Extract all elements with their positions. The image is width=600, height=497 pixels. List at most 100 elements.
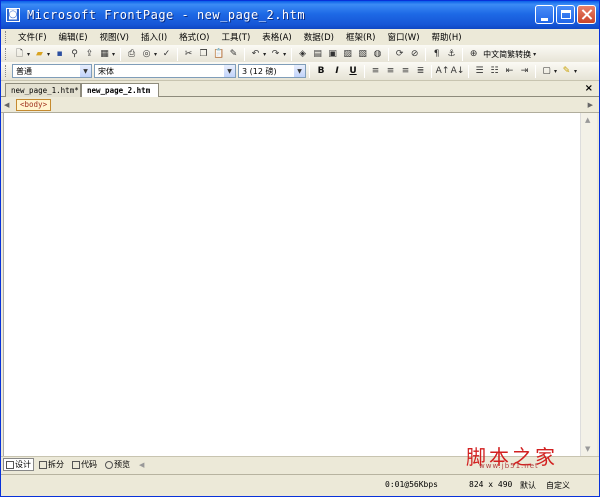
maximize-button[interactable] xyxy=(556,5,575,24)
body-tag-selector[interactable]: <body> xyxy=(16,98,52,111)
menu-table[interactable]: 表格(A) xyxy=(256,31,297,43)
highlight-icon[interactable]: ✎ xyxy=(560,65,573,78)
scroll-up-icon[interactable]: ▲ xyxy=(585,116,590,124)
chevron-down-icon[interactable]: ▼ xyxy=(294,65,305,77)
scroll-down-icon[interactable]: ▼ xyxy=(585,445,590,453)
frontpage-window: ◙ Microsoft FrontPage - new_page_2.htm 文… xyxy=(0,0,600,497)
web-component-icon[interactable]: ◈ xyxy=(296,48,309,61)
menu-file[interactable]: 文件(F) xyxy=(12,31,53,43)
view-tab-design[interactable]: 设计 xyxy=(3,458,34,471)
copy-icon[interactable]: ❐ xyxy=(197,48,210,61)
font-value: 宋体 xyxy=(98,66,114,76)
chevron-right-icon[interactable]: ▶ xyxy=(588,101,593,109)
menu-data[interactable]: 数据(D) xyxy=(298,31,340,43)
decrease-font-icon[interactable]: A↓ xyxy=(451,65,465,78)
show-all-icon[interactable]: ¶ xyxy=(430,48,443,61)
formatting-toolbar: 普通 ▼ 宋体 ▼ 3 (12 磅) ▼ B I U ≡ ≡ ≡ ≣ A↑ A↓ ☰ … xyxy=(1,62,599,81)
menu-format[interactable]: 格式(O) xyxy=(173,31,215,43)
paste-icon[interactable]: 📋 xyxy=(212,48,225,61)
search-icon[interactable]: ⚲ xyxy=(68,48,81,61)
spelling-icon[interactable]: ✓ xyxy=(160,48,173,61)
menu-frames[interactable]: 框架(R) xyxy=(340,31,382,43)
close-button[interactable] xyxy=(577,5,596,24)
style-combo[interactable]: 普通 ▼ xyxy=(12,64,92,78)
vertical-scrollbar[interactable]: ▲ ▼ xyxy=(580,113,597,456)
maximize-icon xyxy=(561,10,571,19)
help-icon[interactable]: ⊕ xyxy=(467,48,480,61)
chevron-down-icon[interactable]: ▼ xyxy=(80,65,91,77)
download-time: 0:01@56Kbps xyxy=(385,480,438,489)
insert-picture-icon[interactable]: ▨ xyxy=(341,48,354,61)
view-tab-code[interactable]: 代码 xyxy=(69,458,100,471)
split-view-icon xyxy=(39,460,47,469)
insert-table-icon[interactable]: ▤ xyxy=(311,48,324,61)
menu-insert[interactable]: 插入(I) xyxy=(135,31,173,43)
insert-layer-icon[interactable]: ▣ xyxy=(326,48,339,61)
italic-button[interactable]: I xyxy=(330,65,344,78)
chinese-conversion-button[interactable]: 中文简繁转换 xyxy=(483,49,531,60)
save-icon[interactable]: ▪ xyxy=(53,48,66,61)
default-mode: 默认 xyxy=(520,481,536,490)
increase-indent-icon[interactable]: ⇥ xyxy=(518,65,531,78)
site-watermark-url: www.jb51.net xyxy=(479,462,539,470)
menu-bar: 文件(F) 编辑(E) 视图(V) 插入(I) 格式(O) 工具(T) 表格(A… xyxy=(1,29,599,45)
align-left-icon[interactable]: ≡ xyxy=(369,65,382,78)
print-icon[interactable]: ⎙ xyxy=(125,48,138,61)
menu-tools[interactable]: 工具(T) xyxy=(215,31,256,43)
bold-button[interactable]: B xyxy=(314,65,328,78)
toolbar-grip[interactable] xyxy=(5,31,8,43)
preview-browser-icon[interactable]: ◎ xyxy=(140,48,153,61)
view-tab-preview[interactable]: 预览 xyxy=(102,458,133,471)
tab-label: new_page_2.htm xyxy=(87,86,151,95)
bullet-list-icon[interactable]: ☷ xyxy=(488,65,501,78)
view-tab-split[interactable]: 拆分 xyxy=(36,458,67,471)
code-view-icon xyxy=(72,460,80,469)
refresh-icon[interactable]: ⟳ xyxy=(393,48,406,61)
chevron-down-icon[interactable]: ▼ xyxy=(224,65,235,77)
menu-view[interactable]: 视图(V) xyxy=(94,31,135,43)
numbered-list-icon[interactable]: ☰ xyxy=(473,65,486,78)
increase-font-icon[interactable]: A↑ xyxy=(436,65,450,78)
chevron-left-icon[interactable]: ◀ xyxy=(4,101,12,109)
quick-tag-bar: ◀ <body> ▶ xyxy=(1,97,599,113)
font-combo[interactable]: 宋体 ▼ xyxy=(94,64,236,78)
tab-new-page-1[interactable]: new_page_1.htm* xyxy=(5,83,81,97)
minimize-button[interactable] xyxy=(535,5,554,24)
drawing-icon[interactable]: ▧ xyxy=(356,48,369,61)
decrease-indent-icon[interactable]: ⇤ xyxy=(503,65,516,78)
toggle-pane-icon[interactable]: ▦ xyxy=(98,48,111,61)
toolbar-grip[interactable] xyxy=(5,65,8,77)
frontpage-app-icon[interactable]: ◙ xyxy=(6,8,20,22)
borders-icon[interactable]: ▢ xyxy=(540,65,553,78)
cut-icon[interactable]: ✂ xyxy=(182,48,195,61)
undo-icon[interactable]: ↶ xyxy=(249,48,262,61)
tab-new-page-2[interactable]: new_page_2.htm xyxy=(81,83,159,98)
scroll-left-icon[interactable]: ◀ xyxy=(139,461,144,469)
font-size-value: 3 (12 磅) xyxy=(242,66,277,76)
justify-icon[interactable]: ≣ xyxy=(414,65,427,78)
design-editor[interactable] xyxy=(3,113,580,456)
design-view-icon xyxy=(6,460,14,469)
align-right-icon[interactable]: ≡ xyxy=(399,65,412,78)
format-painter-icon[interactable]: ✎ xyxy=(227,48,240,61)
open-folder-icon[interactable]: ▰ xyxy=(33,48,46,61)
custom-mode: 自定义 xyxy=(546,481,570,490)
hyperlink-icon[interactable]: ◍ xyxy=(371,48,384,61)
toolbar-grip[interactable] xyxy=(5,48,8,60)
redo-icon[interactable]: ↷ xyxy=(269,48,282,61)
underline-button[interactable]: U xyxy=(346,65,360,78)
bookmark-anchor-icon[interactable]: ⚓ xyxy=(445,48,458,61)
menu-window[interactable]: 窗口(W) xyxy=(381,31,425,43)
font-size-combo[interactable]: 3 (12 磅) ▼ xyxy=(238,64,306,78)
minimize-icon xyxy=(541,18,548,21)
stop-icon[interactable]: ⊘ xyxy=(408,48,421,61)
publish-icon[interactable]: ⇪ xyxy=(83,48,96,61)
menu-edit[interactable]: 编辑(E) xyxy=(53,31,94,43)
menu-help[interactable]: 帮助(H) xyxy=(426,31,468,43)
title-bar[interactable]: ◙ Microsoft FrontPage - new_page_2.htm xyxy=(1,1,599,29)
align-center-icon[interactable]: ≡ xyxy=(384,65,397,78)
status-bar: 0:01@56Kbps 824 x 490 默认 自定义 xyxy=(1,474,599,496)
tab-label: new_page_1.htm* xyxy=(11,86,79,95)
close-document-icon[interactable]: × xyxy=(585,83,593,94)
new-page-icon[interactable]: 🗋 xyxy=(13,48,26,61)
